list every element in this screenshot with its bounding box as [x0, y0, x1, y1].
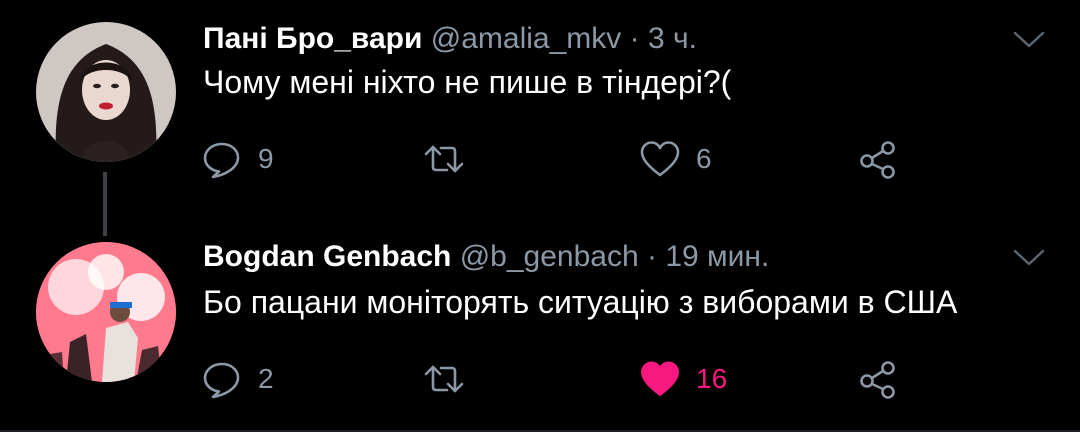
tweet-text: Чому мені ніхто не пише в тіндері?( [203, 64, 732, 100]
timestamp[interactable]: 3 ч. [648, 22, 697, 55]
reply-count: 9 [258, 143, 274, 174]
chevron-down-icon[interactable] [1012, 248, 1046, 268]
like-count: 16 [696, 363, 728, 394]
share-icon [860, 361, 895, 399]
tweet-text: Бо пацани моніторять ситуацію з виборами… [203, 284, 958, 320]
heart-icon [640, 141, 680, 177]
action-bar: 9 6 [0, 134, 1080, 184]
chevron-down-icon[interactable] [1012, 30, 1046, 50]
reply-button[interactable]: 9 [200, 134, 274, 184]
retweet-button[interactable] [422, 134, 480, 184]
tweet[interactable]: Bogdan Genbach @b_genbach · 19 мин. Бо п… [0, 228, 1080, 432]
like-button[interactable]: 16 [638, 354, 727, 404]
user-handle[interactable]: @amalia_mkv [431, 22, 622, 55]
retweet-button[interactable] [422, 354, 480, 404]
reply-icon [203, 362, 240, 399]
timestamp[interactable]: 19 мин. [665, 240, 769, 273]
share-icon [860, 141, 895, 179]
share-button[interactable] [856, 354, 900, 404]
tweet-header: Bogdan Genbach @b_genbach · 19 мин. [203, 240, 769, 274]
separator-dot: · [646, 240, 657, 273]
display-name[interactable]: Bogdan Genbach [203, 240, 451, 273]
user-handle[interactable]: @b_genbach [460, 240, 639, 273]
heart-filled-icon [641, 361, 679, 396]
action-bar: 2 16 [0, 354, 1080, 404]
tweet-header: Пані Бро_вари @amalia_mkv · 3 ч. [203, 22, 697, 56]
separator-dot: · [629, 22, 640, 55]
reply-icon [203, 142, 240, 179]
display-name[interactable]: Пані Бро_вари [203, 22, 422, 55]
reply-count: 2 [258, 363, 274, 394]
reply-button[interactable]: 2 [200, 354, 274, 404]
retweet-icon [424, 145, 464, 173]
tweet[interactable]: Пані Бро_вари @amalia_mkv · 3 ч. Чому ме… [0, 0, 1080, 236]
like-button[interactable]: 6 [638, 134, 712, 184]
retweet-icon [424, 365, 464, 393]
like-count: 6 [696, 143, 712, 174]
share-button[interactable] [856, 134, 900, 184]
